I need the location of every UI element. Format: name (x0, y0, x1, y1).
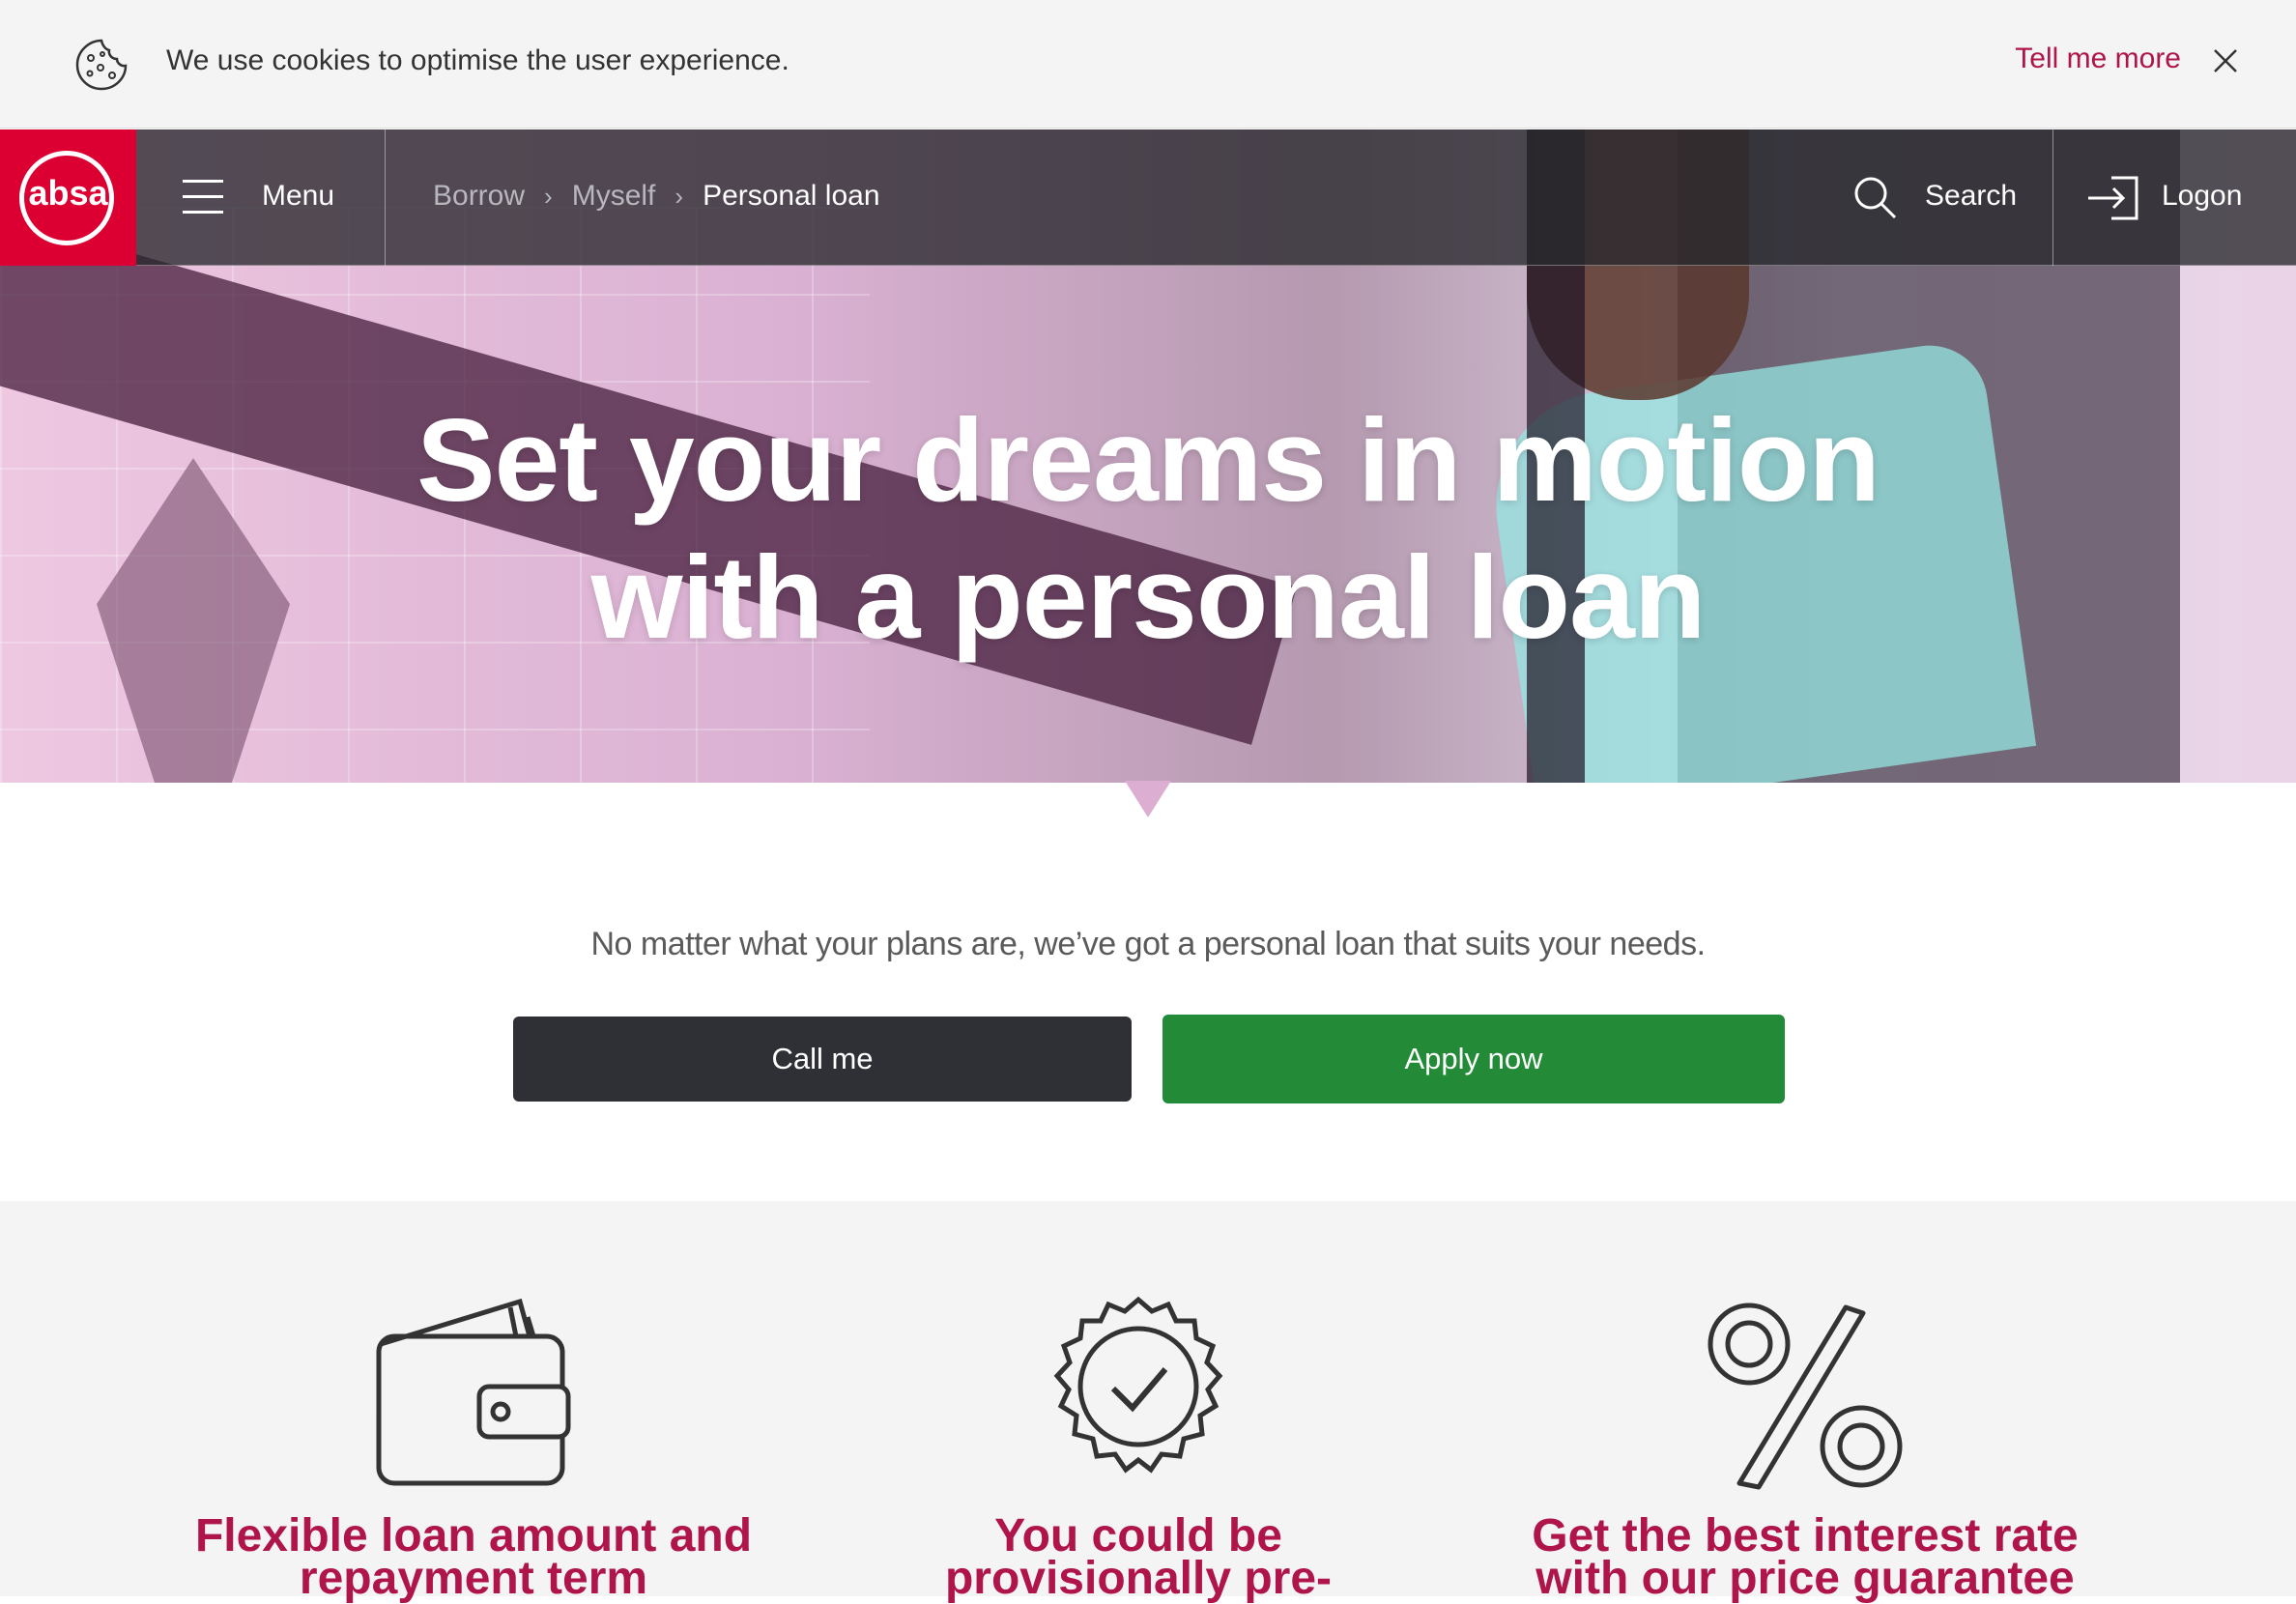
wallet-icon (376, 1298, 571, 1486)
logon-label: Logon (2162, 180, 2243, 212)
feature-title-line-2: with our price guarantee (1535, 1553, 2075, 1604)
verified-badge-icon (1053, 1296, 1223, 1474)
breadcrumb: Borrow › Myself › Personal loan (433, 180, 880, 213)
hero-title: Set your dreams in motion with a persona… (0, 391, 2296, 666)
feature-title-line-2: repayment term (299, 1553, 648, 1604)
feature-title-line-1: Get the best interest rate (1532, 1510, 2079, 1561)
search-label: Search (1925, 180, 2018, 212)
hero-title-line-2: with a personal loan (590, 531, 1707, 663)
search-icon (1854, 177, 1897, 219)
breadcrumb-personal-loan: Personal loan (703, 180, 880, 212)
menu-button[interactable]: Menu (136, 129, 386, 266)
cookie-message: We use cookies to optimise the user expe… (166, 44, 789, 76)
feature-title: Get the best interest rate with our pric… (1496, 1510, 2114, 1604)
cookie-icon (75, 39, 128, 91)
hero-notch (1125, 781, 1171, 817)
hero-title-line-1: Set your dreams in motion (416, 394, 1880, 526)
hamburger-icon (183, 180, 223, 215)
top-navigation: absa Menu Borrow › Myself › Personal loa… (0, 129, 2296, 266)
breadcrumb-myself[interactable]: Myself (572, 180, 656, 213)
chevron-right-icon: › (674, 181, 684, 211)
absa-logo[interactable]: absa (0, 129, 136, 266)
logo-text: absa (28, 173, 108, 213)
feature-title: Flexible loan amount and repayment term (164, 1510, 783, 1604)
menu-label: Menu (262, 180, 335, 212)
intro-text: No matter what your plans are, we’ve got… (590, 926, 1706, 962)
feature-title-line-1: You could be (994, 1510, 1282, 1561)
tell-me-more-link[interactable]: Tell me more (2015, 43, 2181, 75)
feature-title-line-1: Flexible loan amount and (194, 1510, 753, 1561)
logon-icon (2088, 176, 2138, 220)
apply-now-button[interactable]: Apply now (1162, 1015, 1785, 1103)
close-icon[interactable] (2209, 44, 2242, 77)
features-section: Flexible loan amount and repayment term … (0, 1201, 2296, 1602)
logon-button[interactable]: Logon (2052, 129, 2296, 266)
cookie-banner: We use cookies to optimise the user expe… (0, 0, 2296, 129)
chevron-right-icon: › (544, 181, 553, 211)
breadcrumb-borrow[interactable]: Borrow (433, 180, 525, 213)
search-button[interactable]: Search (1846, 129, 2053, 266)
call-me-button[interactable]: Call me (513, 1017, 1132, 1102)
percent-icon (1708, 1303, 1903, 1490)
feature-title-line-2: provisionally pre- (944, 1553, 1333, 1604)
feature-title: You could be provisionally pre- (829, 1510, 1448, 1604)
